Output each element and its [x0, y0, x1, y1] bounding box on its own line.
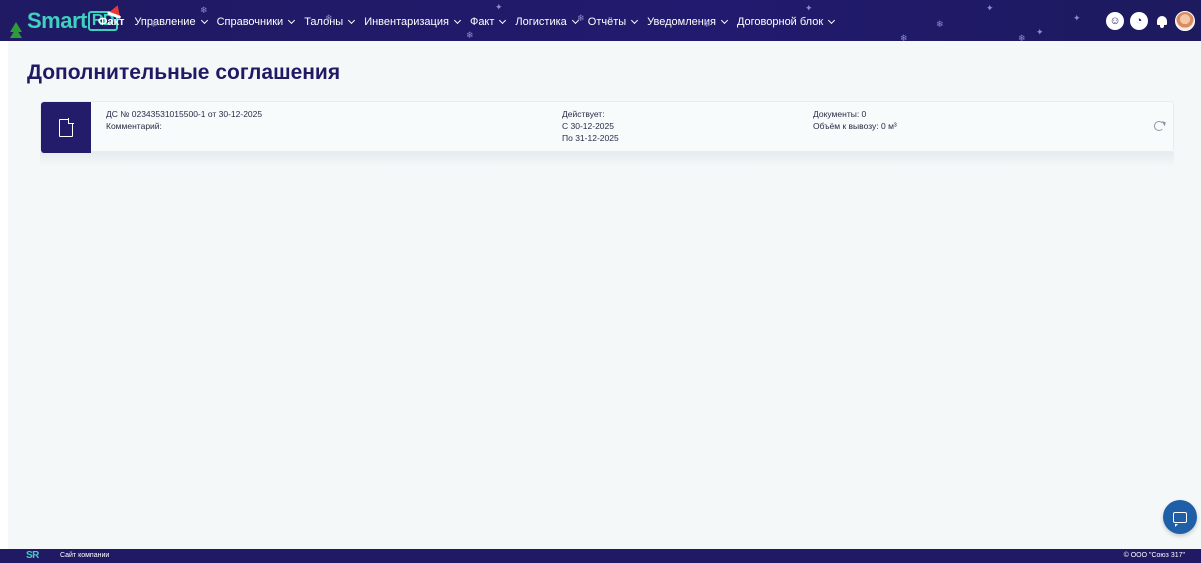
- card-shadow: [40, 152, 1174, 167]
- removal-volume: Объём к вывозу: 0 м³: [813, 121, 897, 131]
- snowflake-icon: ✦: [1036, 27, 1044, 37]
- snowflake-icon: ✦: [986, 3, 994, 13]
- top-navbar: Smart RD Факт Управление Справочники Тал…: [0, 0, 1201, 43]
- chat-button[interactable]: [1163, 500, 1197, 534]
- header-actions: ☺ ◔: [1100, 9, 1195, 33]
- documents-count: Документы: 0: [813, 109, 867, 119]
- chevron-down-icon: [720, 16, 728, 25]
- snowflake-icon: ❄: [466, 30, 474, 40]
- snowflake-icon: ✦: [495, 2, 503, 12]
- nav-item-directories[interactable]: Справочники: [217, 16, 296, 28]
- chevron-down-icon: [288, 16, 296, 25]
- page-title: Дополнительные соглашения: [27, 61, 341, 84]
- footer-logo: SR: [26, 550, 39, 561]
- copyright: © ООО "Союз 317": [1123, 552, 1185, 559]
- chevron-down-icon: [828, 16, 836, 25]
- nav-item-fact[interactable]: Факт: [470, 16, 507, 28]
- nav-item-contract-block[interactable]: Договорной блок: [737, 16, 836, 28]
- nav-item-fact-main[interactable]: Факт: [98, 16, 124, 28]
- support-icon[interactable]: ☺: [1106, 12, 1124, 30]
- documents-info: Документы: 0 Объём к вывозу: 0 м³: [813, 108, 897, 132]
- validity-label: Действует:: [562, 109, 605, 119]
- agreement-card[interactable]: ДС № 02343531015500-1 от 30-12-2025 Комм…: [40, 101, 1174, 153]
- christmas-tree-icon: [10, 22, 22, 38]
- snowflake-icon: ❄: [1018, 33, 1026, 43]
- snowflake-icon: ❄: [703, 19, 711, 29]
- nav-item-reports[interactable]: Отчёты: [588, 16, 639, 28]
- avatar[interactable]: [1175, 11, 1195, 31]
- timer-icon[interactable]: ◔: [1130, 12, 1148, 30]
- snowflake-icon: ✦: [805, 3, 813, 13]
- nav-item-notifications[interactable]: Уведомления: [647, 16, 728, 28]
- agreement-number: ДС № 02343531015500-1 от 30-12-2025: [106, 109, 263, 119]
- document-icon: [59, 118, 74, 137]
- bell-icon[interactable]: [1155, 14, 1169, 28]
- document-tile: [41, 102, 91, 153]
- validity-info: Действует: С 30-12-2025 По 31-12-2025: [562, 108, 619, 144]
- snowflake-icon: ❄: [325, 13, 333, 23]
- nav-item-inventory[interactable]: Инвентаризация: [364, 16, 461, 28]
- refresh-icon[interactable]: [1154, 121, 1164, 131]
- snowflake-icon: ❄: [200, 5, 208, 15]
- snowflake-icon: ❄: [936, 19, 944, 29]
- nav-item-logistics[interactable]: Логистика: [515, 16, 579, 28]
- company-site-link[interactable]: Сайт компании: [60, 552, 109, 559]
- main-menu: Факт Управление Справочники Талоны Инвен…: [98, 12, 844, 32]
- footer: SR Сайт компании © ООО "Союз 317": [0, 549, 1201, 563]
- left-strip: [0, 0, 8, 563]
- logo-text: Smart: [27, 8, 87, 33]
- agreement-info: ДС № 02343531015500-1 от 30-12-2025 Комм…: [106, 108, 262, 132]
- validity-from: С 30-12-2025: [562, 121, 614, 131]
- chevron-down-icon: [453, 16, 461, 25]
- snowflake-icon: ❄: [900, 33, 908, 43]
- chevron-down-icon: [348, 16, 356, 25]
- snowflake-icon: ❄: [150, 19, 158, 29]
- chevron-down-icon: [631, 16, 639, 25]
- nav-item-management[interactable]: Управление: [134, 16, 208, 28]
- chevron-down-icon: [499, 16, 507, 25]
- chat-icon: [1173, 511, 1187, 527]
- chevron-down-icon: [200, 16, 208, 25]
- validity-to: По 31-12-2025: [562, 133, 619, 143]
- snowflake-icon: ❄: [577, 13, 585, 23]
- snowflake-icon: ✦: [1073, 13, 1081, 23]
- agreement-comment: Комментарий:: [106, 121, 162, 131]
